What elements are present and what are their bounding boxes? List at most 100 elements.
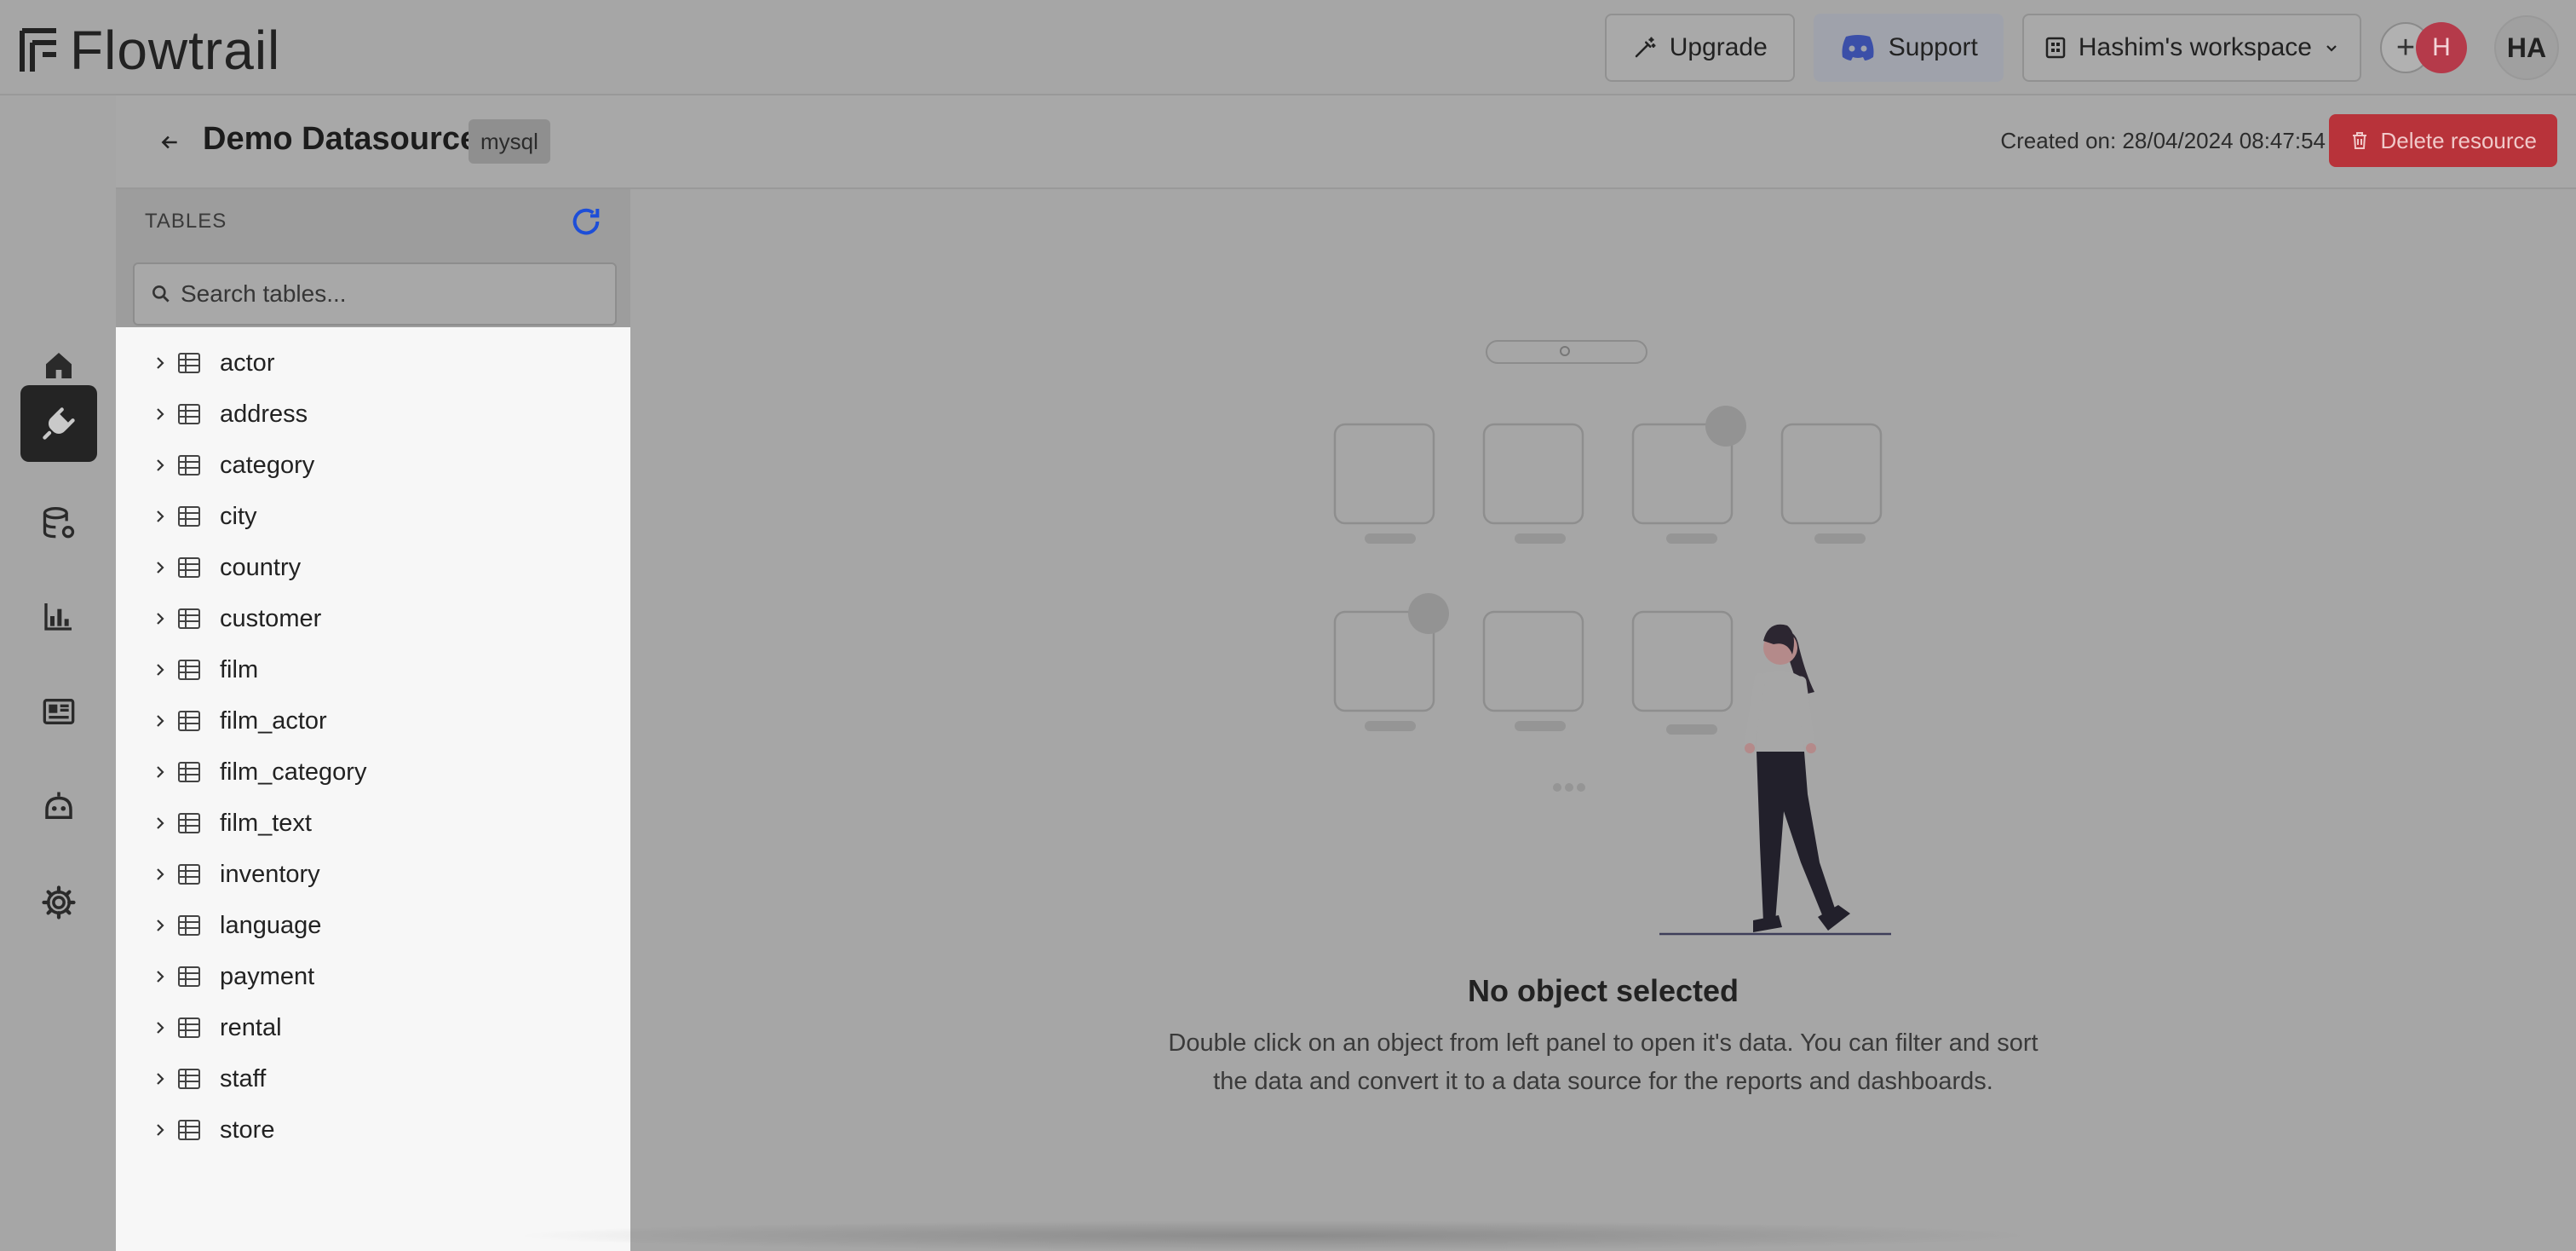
chevron-right-icon[interactable] [152,662,169,677]
chevron-right-icon[interactable] [152,816,169,831]
table-name: film_text [220,809,312,837]
table-name: payment [220,962,315,990]
table-row[interactable]: film_category [116,747,630,798]
plug-icon [43,407,75,440]
support-label: Support [1888,33,1978,61]
main-content: No object selected Double click on an ob… [630,189,2576,1251]
nav-ai-assistant[interactable] [20,769,97,845]
nav-data-models[interactable] [20,486,97,562]
table-row[interactable]: city [116,491,630,542]
table-row[interactable]: country [116,542,630,593]
table-name: rental [220,1013,282,1041]
empty-state-title: No object selected [1467,973,1739,1008]
table-name: actor [220,349,275,377]
nav-datasources[interactable] [20,385,97,462]
workspace-label: Hashim's workspace [2078,33,2312,61]
created-timestamp: Created on: 28/04/2024 08:47:54 [2000,128,2326,153]
trash-icon [2353,132,2367,149]
shadow-decoration [511,1220,2044,1251]
chevron-right-icon[interactable] [152,867,169,882]
table-icon [177,608,203,630]
arrow-left-icon [161,135,177,149]
table-row[interactable]: inventory [116,849,630,900]
refresh-icon [572,208,600,235]
table-row[interactable]: address [116,389,630,440]
table-name: film_category [220,758,367,786]
app-name: Flowtrail [70,20,281,81]
table-name: customer [220,604,322,632]
nav-settings[interactable] [20,864,97,941]
table-row[interactable]: payment [116,951,630,1002]
table-row[interactable]: film [116,644,630,695]
chevron-right-icon[interactable] [152,764,169,780]
chevron-right-icon[interactable] [152,406,169,422]
table-icon [177,1119,203,1141]
user-avatar[interactable]: HA [2494,15,2559,80]
dashboard-icon [43,699,75,724]
discord-icon [1842,35,1874,61]
chevron-right-icon[interactable] [152,1071,169,1087]
table-name: country [220,553,302,581]
upgrade-button[interactable]: Upgrade [1604,14,1795,82]
magic-wand-icon [1635,37,1656,58]
table-row[interactable]: film_text [116,798,630,849]
table-row[interactable]: store [116,1104,630,1156]
search-icon [152,285,170,303]
table-row[interactable]: film_actor [116,695,630,747]
chevron-right-icon[interactable] [152,969,169,984]
search-tables-field[interactable] [133,262,617,326]
member-avatar[interactable]: H [2416,22,2467,73]
chevron-right-icon[interactable] [152,1122,169,1138]
home-icon [46,353,72,378]
search-tables-input[interactable] [181,280,607,308]
tables-panel-header: TABLES [116,189,630,327]
chevron-right-icon[interactable] [152,713,169,729]
tables-tree: actor address category city country customer f… [116,327,630,1251]
empty-state-description: Double click on an object from left pane… [630,1024,2576,1101]
table-row[interactable]: customer [116,593,630,644]
table-icon [177,659,203,681]
top-bar: Flowtrail Upgrade Support Hashim's works… [0,0,2576,95]
refresh-button[interactable] [569,205,607,242]
delete-resource-button[interactable]: Delete resource [2329,114,2557,167]
support-button[interactable]: Support [1813,14,2004,82]
table-name: film [220,655,259,683]
logo[interactable]: Flowtrail [19,19,280,82]
delete-resource-label: Delete resource [2380,127,2537,153]
table-icon [177,1068,203,1090]
nav-rail [0,95,116,1251]
building-icon [2045,37,2066,59]
empty-state-line-1: Double click on an object from left pane… [1168,1029,2038,1057]
table-row[interactable]: actor [116,337,630,389]
nav-reports[interactable] [20,578,97,654]
page-header: Demo Datasource mysql Created on: 28/04/… [116,95,2576,189]
back-button[interactable] [150,123,189,162]
member-avatars: + H [2380,14,2475,82]
chevron-right-icon[interactable] [152,355,169,371]
table-icon [177,761,203,783]
table-name: film_actor [220,706,327,735]
gear-icon [42,885,76,920]
chevron-right-icon[interactable] [152,918,169,933]
table-icon [177,710,203,732]
table-icon [177,556,203,579]
chevron-right-icon[interactable] [152,509,169,524]
table-name: address [220,400,308,428]
table-row[interactable]: rental [116,1002,630,1053]
chevron-right-icon[interactable] [152,1020,169,1035]
empty-state-illustration [1333,340,1891,936]
chevron-right-icon[interactable] [152,611,169,626]
top-actions: Upgrade Support Hashim's workspace + H H… [1604,14,2559,82]
table-icon [177,403,203,425]
table-row[interactable]: staff [116,1053,630,1104]
table-row[interactable]: category [116,440,630,491]
table-icon [177,352,203,374]
nav-dashboards[interactable] [20,673,97,750]
upgrade-label: Upgrade [1669,33,1768,61]
table-row[interactable]: language [116,900,630,951]
flowtrail-logo-icon [20,28,56,72]
chevron-right-icon[interactable] [152,458,169,473]
workspace-select[interactable]: Hashim's workspace [2021,14,2361,82]
app-window: Flowtrail Upgrade Support Hashim's works… [0,0,2576,1251]
chevron-right-icon[interactable] [152,560,169,575]
